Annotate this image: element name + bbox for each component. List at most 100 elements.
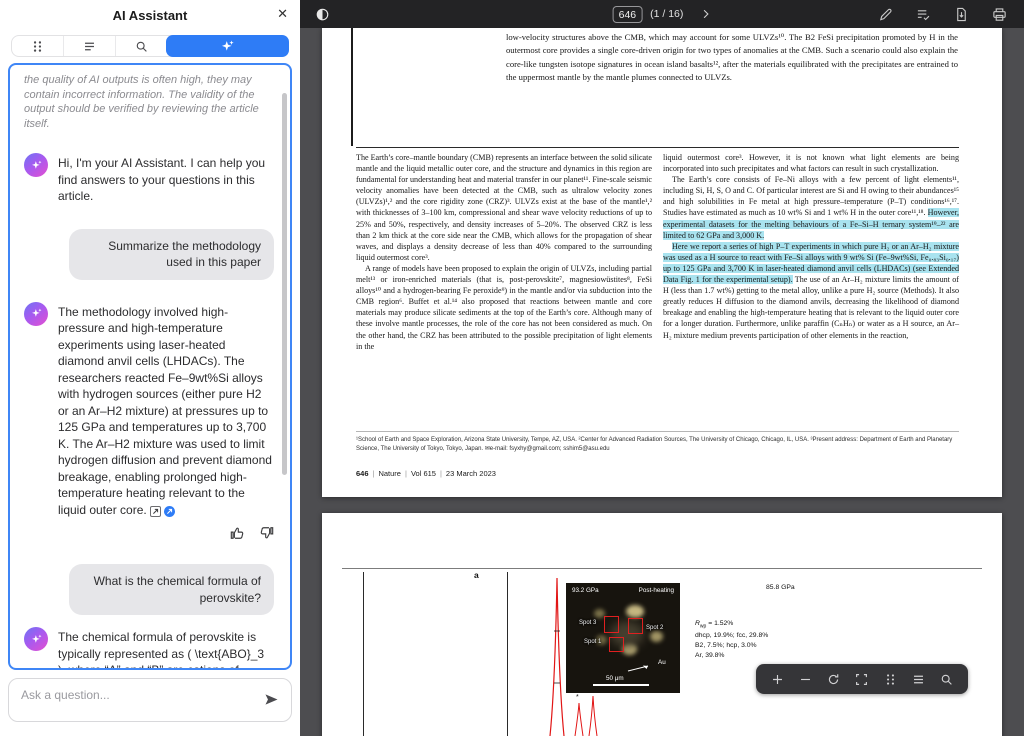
ask-question-box bbox=[8, 678, 292, 722]
citation-source-icon[interactable] bbox=[164, 506, 175, 517]
ai-assistant-panel: AI Assistant ✕ the quality of AI outputs… bbox=[0, 0, 300, 736]
citation-link-icon[interactable] bbox=[150, 506, 161, 517]
pdf-viewer: 646 (1 / 16) low-velocity structures abo… bbox=[300, 0, 1024, 736]
tab-thumbnails[interactable] bbox=[12, 36, 63, 56]
grid-icon bbox=[31, 40, 44, 53]
sparkle-icon bbox=[30, 633, 43, 646]
post-heating-label: Post-heating bbox=[639, 587, 674, 594]
paragraph: A range of models have been proposed to … bbox=[356, 263, 652, 352]
au-arrow bbox=[626, 663, 654, 673]
layout-rule-vertical bbox=[351, 28, 353, 146]
app-root: AI Assistant ✕ the quality of AI outputs… bbox=[0, 0, 1024, 736]
next-page-icon[interactable] bbox=[699, 8, 711, 20]
feedback-row bbox=[24, 526, 274, 540]
menu-icon[interactable] bbox=[912, 673, 925, 686]
fit-screen-icon[interactable] bbox=[855, 673, 868, 686]
footer-volume: Vol 615 bbox=[411, 469, 436, 478]
notes-check-icon[interactable] bbox=[916, 7, 931, 22]
sample-micrograph: 93.2 GPa Post-heating Spot 3 Spot 2 Spot… bbox=[566, 583, 680, 693]
paragraph: liquid outermost core³. However, it is n… bbox=[663, 152, 959, 174]
scalebar-label: 50 μm bbox=[606, 675, 624, 682]
print-icon[interactable] bbox=[992, 7, 1007, 22]
tab-search[interactable] bbox=[115, 36, 167, 56]
footer-page-number: 646 bbox=[356, 469, 369, 478]
spot1-box bbox=[609, 637, 624, 652]
send-icon[interactable] bbox=[264, 693, 279, 711]
thumbs-up-icon[interactable] bbox=[230, 526, 244, 540]
spot3-label: Spot 3 bbox=[579, 620, 596, 626]
footer-date: 23 March 2023 bbox=[446, 469, 496, 478]
message-text: The methodology involved high-pressure a… bbox=[58, 302, 274, 519]
rietveld-results: Rwp = 1.52% dhcp, 19.9%; fcc, 29.8% B2, … bbox=[695, 619, 768, 661]
sidebar-tabs bbox=[11, 35, 289, 57]
pages-container[interactable]: low-velocity structures above the CMB, w… bbox=[300, 28, 1024, 736]
page-number-input[interactable]: 646 bbox=[613, 6, 643, 23]
panel-header: AI Assistant ✕ bbox=[0, 0, 300, 30]
outline-icon bbox=[83, 40, 96, 53]
close-icon[interactable]: ✕ bbox=[277, 6, 288, 22]
chat-panel[interactable]: the quality of AI outputs is often high,… bbox=[8, 63, 292, 670]
rwp-line: Rwp = 1.52% bbox=[695, 619, 768, 631]
search-icon[interactable] bbox=[940, 673, 953, 686]
search-icon bbox=[135, 40, 148, 53]
footer-separator: | bbox=[436, 469, 446, 478]
pdf-toolbar: 646 (1 / 16) bbox=[300, 0, 1024, 28]
ai-message-perovskite: The chemical formula of perovskite is ty… bbox=[24, 627, 274, 670]
affiliations-footnote: ¹School of Earth and Space Exploration, … bbox=[356, 436, 959, 454]
user-message-q2: What is the chemical formula of perovski… bbox=[69, 564, 274, 615]
user-message-q1: Summarize the methodology used in this p… bbox=[69, 229, 274, 280]
phase-fractions-line: Ar, 39.8% bbox=[695, 651, 768, 661]
footnote-rule bbox=[356, 431, 959, 432]
plot-axis-line bbox=[507, 572, 508, 736]
footer-separator: | bbox=[401, 469, 411, 478]
ai-avatar bbox=[24, 302, 48, 326]
spot2-box bbox=[628, 618, 643, 634]
page-navigation: 646 (1 / 16) bbox=[613, 6, 712, 23]
spot1-label: Spot 1 bbox=[584, 639, 601, 645]
sample-blob bbox=[626, 605, 644, 618]
rotate-icon[interactable] bbox=[827, 673, 840, 686]
abstract-paragraph: low-velocity structures above the CMB, w… bbox=[506, 31, 958, 85]
rwp-value: = 1.52% bbox=[706, 620, 733, 627]
footer-journal: Nature bbox=[378, 469, 401, 478]
chat-scrollbar[interactable] bbox=[282, 93, 287, 475]
paragraph: The Earth’s core–mantle boundary (CMB) r… bbox=[356, 152, 652, 263]
paragraph: Here we report a series of high P–T expe… bbox=[663, 241, 959, 341]
tab-ai-assistant[interactable] bbox=[166, 35, 289, 57]
sample-blob bbox=[650, 631, 663, 642]
download-document-icon[interactable] bbox=[954, 7, 969, 22]
scalebar-line bbox=[593, 684, 649, 686]
ai-avatar bbox=[24, 153, 48, 177]
page-footer: 646|Nature|Vol 615|23 March 2023 bbox=[356, 469, 496, 478]
sparkle-icon bbox=[220, 39, 235, 54]
page-count-label: (1 / 16) bbox=[650, 8, 683, 20]
ai-avatar bbox=[24, 627, 48, 651]
zoom-in-icon[interactable] bbox=[771, 673, 784, 686]
zoom-out-icon[interactable] bbox=[799, 673, 812, 686]
ai-message-methodology: The methodology involved high-pressure a… bbox=[24, 302, 274, 519]
sparkle-icon bbox=[30, 307, 43, 320]
pressure-right-label: 85.8 GPa bbox=[766, 584, 795, 591]
ask-question-input[interactable] bbox=[9, 679, 291, 721]
ai-message-greeting: Hi, I'm your AI Assistant. I can help yo… bbox=[24, 153, 274, 205]
pdf-page-646: low-velocity structures above the CMB, w… bbox=[322, 28, 1002, 497]
column-left: The Earth’s core–mantle boundary (CMB) r… bbox=[356, 152, 652, 352]
view-controls-toolbar bbox=[756, 664, 968, 694]
thumbs-down-icon[interactable] bbox=[260, 526, 274, 540]
section-rule bbox=[356, 147, 959, 148]
spot2-label: Spot 2 bbox=[646, 625, 663, 631]
column-right: liquid outermost core³. However, it is n… bbox=[663, 152, 959, 352]
message-text: The chemical formula of perovskite is ty… bbox=[58, 627, 274, 670]
text-segment: The Earth’s core consists of Fe–Ni alloy… bbox=[663, 175, 959, 217]
paragraph: The Earth’s core consists of Fe–Ni alloy… bbox=[663, 174, 959, 241]
panel-title: AI Assistant bbox=[113, 8, 188, 23]
figure-top-rule bbox=[342, 568, 982, 569]
phase-fractions-line: dhcp, 19.9%; fcc, 29.8% bbox=[695, 631, 768, 641]
thumbnails-icon[interactable] bbox=[884, 673, 897, 686]
annotate-pen-icon[interactable] bbox=[878, 7, 893, 22]
tab-outline[interactable] bbox=[63, 36, 115, 56]
figure-panel-label: a bbox=[474, 570, 479, 580]
pdf-page-647: a * # 93.2 GP bbox=[322, 513, 1002, 736]
contrast-toggle-icon[interactable] bbox=[315, 7, 330, 22]
sparkle-icon bbox=[30, 159, 43, 172]
